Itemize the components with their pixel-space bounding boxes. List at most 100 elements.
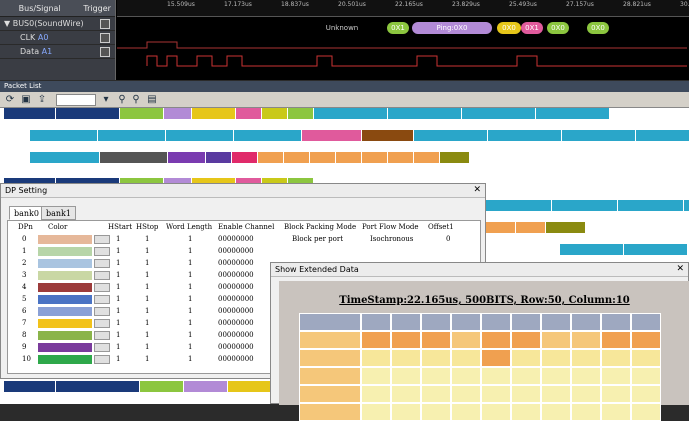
cell-value[interactable] <box>562 141 635 152</box>
cell-value[interactable] <box>192 119 235 130</box>
color-swatch[interactable] <box>38 343 92 352</box>
color-swatch[interactable] <box>38 355 92 364</box>
dp-cell-he[interactable]: 1 <box>145 343 149 351</box>
color-picker-button[interactable] <box>94 271 110 280</box>
dropdown-icon[interactable]: ▾ <box>100 94 112 106</box>
dp-cell-n[interactable]: 6 <box>22 307 26 315</box>
cell-value[interactable] <box>414 141 487 152</box>
dp-cell-wl[interactable]: 1 <box>188 271 192 279</box>
dp-cell-hs[interactable]: 1 <box>116 331 120 339</box>
dp-cell-wl[interactable]: 1 <box>188 319 192 327</box>
dp-cell-he[interactable]: 1 <box>145 355 149 363</box>
cell-value[interactable] <box>486 211 551 222</box>
color-picker-button[interactable] <box>94 235 110 244</box>
find-icon[interactable]: ⚲ <box>116 94 128 106</box>
dp-cell-he[interactable]: 1 <box>145 331 149 339</box>
close-icon[interactable]: ✕ <box>676 264 684 274</box>
cell-value[interactable] <box>164 119 191 130</box>
dp-cell-ec[interactable]: 00000000 <box>218 355 254 363</box>
dp-cell-ec[interactable]: 00000000 <box>218 283 254 291</box>
dp-cell-n[interactable]: 4 <box>22 283 26 291</box>
refresh-icon[interactable]: ⟳ <box>4 94 16 106</box>
cell-value[interactable] <box>120 119 163 130</box>
cell-value[interactable] <box>166 141 233 152</box>
cell-value[interactable] <box>288 119 313 130</box>
dp-cell-ec[interactable]: 00000000 <box>218 319 254 327</box>
dp-cell-wl[interactable]: 1 <box>188 307 192 315</box>
cell-value[interactable] <box>56 119 119 130</box>
dp-cell-he[interactable]: 1 <box>145 247 149 255</box>
data-trigger-icon[interactable] <box>100 47 110 57</box>
dp-cell-n[interactable]: 0 <box>22 235 26 243</box>
color-picker-button[interactable] <box>94 283 110 292</box>
dp-cell-hs[interactable]: 1 <box>116 319 120 327</box>
cell-value[interactable] <box>98 141 165 152</box>
dp-cell-ec[interactable]: 00000000 <box>218 235 254 243</box>
cell-value[interactable] <box>318 163 347 174</box>
bus-row[interactable]: ▼ BUS0(SoundWire) <box>0 17 115 31</box>
dp-cell-n[interactable]: 5 <box>22 295 26 303</box>
color-picker-button[interactable] <box>94 307 110 316</box>
cell-value[interactable] <box>516 233 545 244</box>
dp-cell-hs[interactable]: 1 <box>116 247 120 255</box>
cell-value[interactable] <box>30 163 99 174</box>
color-picker-button[interactable] <box>94 247 110 256</box>
dp-cell-n[interactable]: 9 <box>22 343 26 351</box>
dp-cell-he[interactable]: 1 <box>145 259 149 267</box>
close-icon[interactable]: ✕ <box>473 185 481 195</box>
dp-cell-n[interactable]: 8 <box>22 331 26 339</box>
dp-cell-ec[interactable]: 00000000 <box>218 247 254 255</box>
dp-cell-he[interactable]: 1 <box>145 235 149 243</box>
cell-value[interactable] <box>438 163 467 174</box>
color-picker-button[interactable] <box>94 319 110 328</box>
data-row[interactable]: Data A1 <box>0 45 115 59</box>
cell-value[interactable] <box>636 141 689 152</box>
dp-cell-wl[interactable]: 1 <box>188 283 192 291</box>
cell-value[interactable] <box>4 119 55 130</box>
color-swatch[interactable] <box>38 283 92 292</box>
dp-cell-he[interactable]: 1 <box>145 283 149 291</box>
dp-cell-wl[interactable]: 1 <box>188 247 192 255</box>
dp-cell-wl[interactable]: 1 <box>188 259 192 267</box>
cell-value[interactable] <box>258 163 287 174</box>
color-swatch[interactable] <box>38 331 92 340</box>
dp-cell-wl[interactable]: 1 <box>188 295 192 303</box>
time-ruler[interactable]: 15.509us 17.173us 18.837us 20.501us 22.165us… <box>117 0 689 17</box>
color-picker-button[interactable] <box>94 259 110 268</box>
cell-value[interactable] <box>30 141 97 152</box>
cell-value[interactable] <box>100 163 167 174</box>
dp-cell-ec[interactable]: 00000000 <box>218 307 254 315</box>
dp-cell-n[interactable]: 2 <box>22 259 26 267</box>
dp-cell-he[interactable]: 1 <box>145 319 149 327</box>
dp-cell-ec[interactable]: 00000000 <box>218 331 254 339</box>
color-swatch[interactable] <box>38 319 92 328</box>
clk-row[interactable]: CLK A0 <box>0 31 115 45</box>
cell-value[interactable] <box>314 119 387 130</box>
dp-cell-hs[interactable]: 1 <box>116 343 120 351</box>
cell-value[interactable] <box>378 163 407 174</box>
save-icon[interactable]: ▣ <box>20 94 32 106</box>
dp-cell-ec[interactable]: 00000000 <box>218 271 254 279</box>
dp-cell-n[interactable]: 1 <box>22 247 26 255</box>
dp-cell-wl[interactable]: 1 <box>188 343 192 351</box>
cell-value[interactable] <box>4 392 55 403</box>
color-picker-button[interactable] <box>94 343 110 352</box>
cell-value[interactable] <box>388 119 461 130</box>
cell-value[interactable] <box>468 163 497 174</box>
dp-cell-wl[interactable]: 1 <box>188 355 192 363</box>
cell-value[interactable] <box>56 392 139 403</box>
cell-value[interactable] <box>408 163 437 174</box>
dp-cell-n[interactable]: 7 <box>22 319 26 327</box>
cell-value[interactable] <box>288 163 317 174</box>
cell-value[interactable] <box>462 119 535 130</box>
color-picker-button[interactable] <box>94 331 110 340</box>
cell-value[interactable] <box>498 163 537 174</box>
cell-value[interactable] <box>348 163 377 174</box>
dp-cell-bp[interactable]: Block per port <box>292 235 343 243</box>
dp-cell-wl[interactable]: 1 <box>188 235 192 243</box>
color-picker-button[interactable] <box>94 355 110 364</box>
cell-value[interactable] <box>546 233 585 244</box>
dp-cell-hs[interactable]: 1 <box>116 307 120 315</box>
dp-cell-hs[interactable]: 1 <box>116 235 120 243</box>
cell-value[interactable] <box>234 141 301 152</box>
